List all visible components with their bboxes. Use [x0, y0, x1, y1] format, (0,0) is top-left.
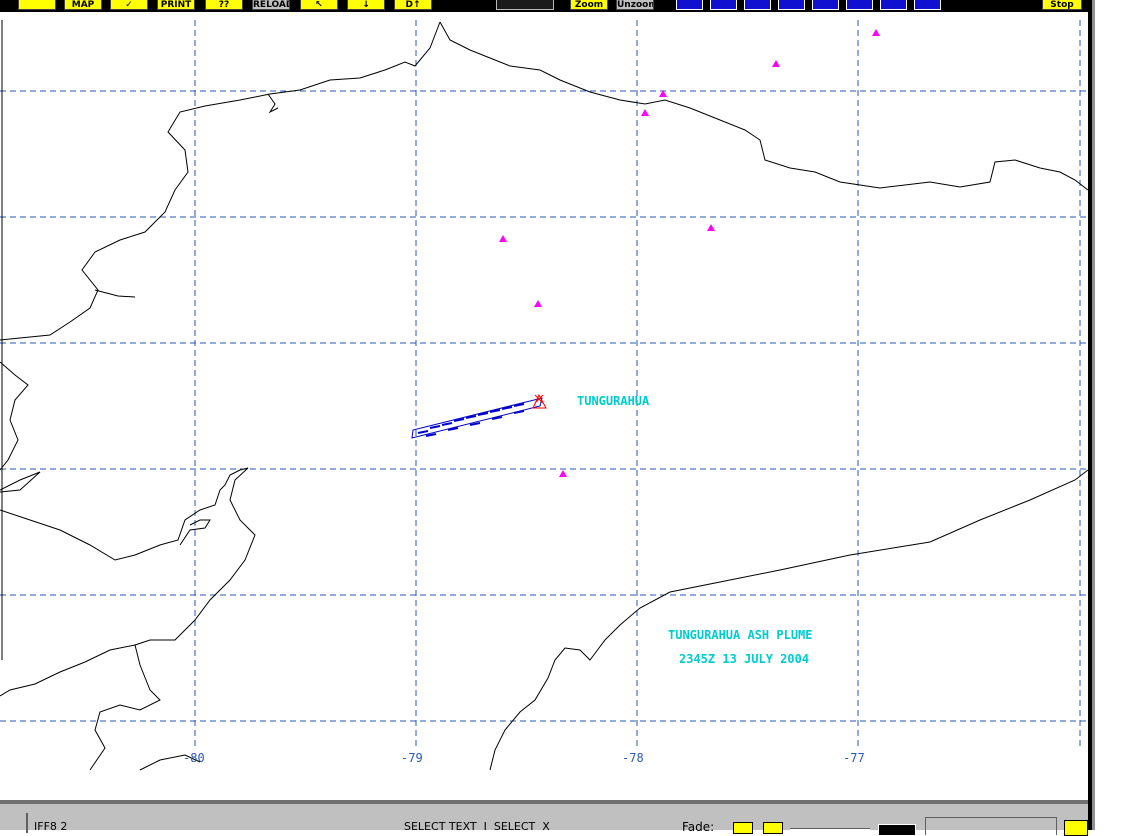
volcano-marker: [641, 109, 649, 116]
coast-west: [0, 361, 29, 471]
fade-value-box: [878, 824, 916, 836]
status-right-panel: [925, 817, 1057, 835]
volcano-marker: [872, 29, 880, 36]
panel-button-6[interactable]: [846, 0, 873, 10]
coast-south: [89, 467, 256, 771]
panel-button-4[interactable]: [778, 0, 805, 10]
map-button[interactable]: MAP: [64, 0, 102, 10]
toolbar: MAP ✓ PRINT ?? RELOAD ↖ ↓ D↑ Zoom Unzoom…: [0, 0, 1092, 12]
status-left-text: IFF8 2: [34, 820, 68, 833]
plume-title: TUNGURAHUA ASH PLUME: [668, 628, 813, 642]
panel-button-1[interactable]: [676, 0, 703, 10]
zoom-button[interactable]: Zoom: [570, 0, 608, 10]
fade-label: Fade:: [682, 820, 715, 834]
volcano-label: TUNGURAHUA: [577, 394, 650, 408]
lon-label: -80: [183, 751, 205, 765]
border-northwest: [0, 21, 441, 341]
ash-plume: [411, 397, 543, 439]
panel-button-2[interactable]: [710, 0, 737, 10]
lon-label: -79: [401, 751, 423, 765]
volcano-markers: [499, 29, 880, 477]
d-up-button[interactable]: D↑: [394, 0, 432, 10]
up-arrow-icon[interactable]: [1064, 820, 1088, 836]
status-center-text: SELECT TEXT I SELECT X: [404, 820, 550, 833]
check-button[interactable]: ✓: [110, 0, 148, 10]
print-button[interactable]: PRINT: [157, 0, 195, 10]
border-north: [439, 21, 1088, 191]
border-detail-2: [94, 289, 136, 298]
stop-button[interactable]: Stop: [1042, 0, 1082, 10]
right-frame: [1088, 0, 1135, 830]
unzoom-button[interactable]: Unzoom: [616, 0, 654, 10]
plume-datetime: 2345Z 13 JULY 2004: [679, 652, 809, 666]
toolbar-button-1[interactable]: [18, 0, 56, 10]
volcano-marker: [772, 60, 780, 67]
volcano-marker: [559, 470, 567, 477]
volcano-marker: [534, 300, 542, 307]
down-arrow-button[interactable]: ↓: [347, 0, 385, 10]
volcano-marker: [499, 235, 507, 242]
panel-button-8[interactable]: [914, 0, 941, 10]
coast-south-2: [0, 644, 136, 697]
border-detail-1: [267, 93, 279, 114]
query-button[interactable]: ??: [205, 0, 243, 10]
panel-button-3[interactable]: [744, 0, 771, 10]
panel-button-5[interactable]: [812, 0, 839, 10]
fade-button-1[interactable]: [733, 822, 753, 834]
arrow-tool-button[interactable]: ↖: [300, 0, 338, 10]
coast-gulf: [0, 471, 41, 493]
display-field: [496, 0, 554, 10]
status-bar: IFF8 2 SELECT TEXT I SELECT X Fade:: [0, 800, 1088, 836]
reload-button[interactable]: RELOAD: [252, 0, 290, 10]
border-southeast: [489, 469, 1088, 771]
lon-label: -78: [622, 751, 644, 765]
coastlines: [0, 20, 1088, 771]
fade-button-2[interactable]: [763, 822, 783, 834]
lon-label: -77: [843, 751, 865, 765]
panel-button-7[interactable]: [880, 0, 907, 10]
status-left-panel: [0, 813, 28, 833]
volcano-marker: [707, 224, 715, 231]
coast-southwest: [0, 467, 249, 561]
map-canvas[interactable]: TUNGURAHUA TUNGURAHUA ASH PLUME 2345Z 13…: [0, 12, 1088, 800]
